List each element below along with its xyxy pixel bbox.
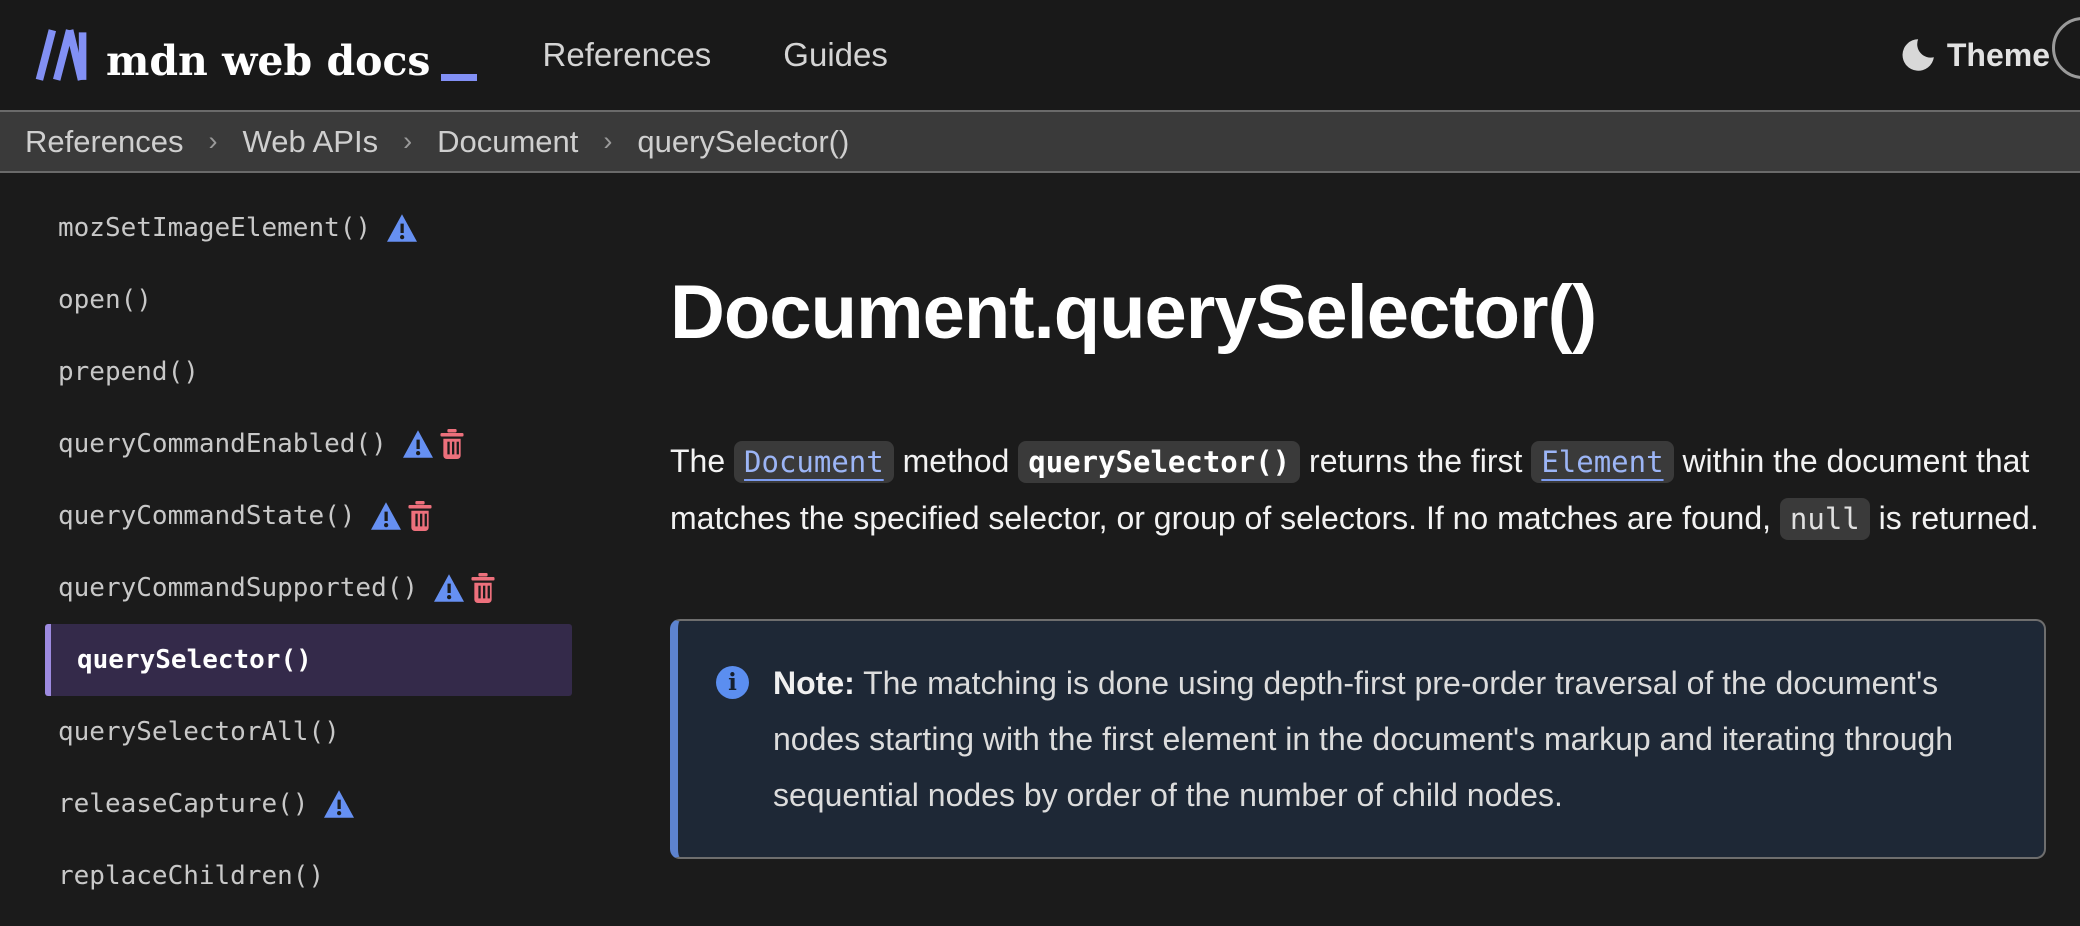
intro-paragraph: The Document method querySelector() retu… — [670, 433, 2080, 547]
null-code-chip: null — [1780, 498, 1870, 540]
note-text: Note: The matching is done using depth-f… — [773, 655, 1983, 823]
sidebar-item-queryselectorall[interactable]: querySelectorAll() — [0, 696, 620, 768]
sidebar-item-releasecapture[interactable]: releaseCapture() — [0, 768, 620, 840]
sidebar-item-label: releaseCapture() — [58, 789, 308, 819]
breadcrumb-separator: › — [209, 126, 218, 157]
sidebar-item-label: replaceChildren() — [58, 861, 324, 891]
sidebar-method-list: mozSetImageElement() open() prepend() qu… — [0, 173, 620, 912]
sidebar-item-querycommandenabled[interactable]: queryCommandEnabled() — [0, 408, 620, 480]
intro-text: The — [670, 443, 734, 479]
intro-text: is returned. — [1870, 500, 2039, 536]
sidebar-item-label: prepend() — [58, 357, 199, 387]
breadcrumb-document[interactable]: Document — [437, 124, 578, 160]
mdn-logo-underscore — [441, 74, 477, 81]
nav-references[interactable]: References — [543, 36, 712, 74]
sidebar-item-replacechildren[interactable]: replaceChildren() — [0, 840, 620, 912]
sidebar-item-label: mozSetImageElement() — [58, 213, 371, 243]
intro-text: method — [894, 443, 1019, 479]
breadcrumb-queryselector[interactable]: querySelector() — [637, 124, 849, 160]
warning-icon — [434, 574, 464, 602]
warning-icon — [371, 502, 401, 530]
element-link[interactable]: Element — [1531, 441, 1673, 483]
sidebar-item-label: querySelectorAll() — [58, 717, 340, 747]
sidebar-item-label: queryCommandSupported() — [58, 573, 418, 603]
mdn-logo[interactable]: mdn web docs — [30, 28, 477, 82]
breadcrumb-separator: › — [603, 126, 612, 157]
note-callout: i Note: The matching is done using depth… — [670, 619, 2046, 859]
breadcrumb: References › Web APIs › Document › query… — [0, 110, 2080, 173]
sidebar-item-label: open() — [58, 285, 152, 315]
intro-text: returns the first — [1300, 443, 1531, 479]
sidebar-item-label: querySelector() — [77, 645, 312, 675]
sidebar-item-label: queryCommandEnabled() — [58, 429, 387, 459]
mdn-logo-icon — [30, 28, 92, 82]
sidebar-item-mozsetimageelement[interactable]: mozSetImageElement() — [0, 192, 620, 264]
info-icon: i — [716, 666, 749, 699]
document-link[interactable]: Document — [734, 441, 894, 483]
note-label: Note: — [773, 665, 855, 701]
trash-icon — [407, 501, 433, 531]
mdn-logo-text: mdn web docs — [106, 41, 431, 82]
top-header: mdn web docs References Guides Theme — [0, 0, 2080, 110]
breadcrumb-references[interactable]: References — [25, 124, 184, 160]
article-content: Document.querySelector() The Document me… — [620, 173, 2080, 912]
edge-partial-circle-button[interactable] — [2052, 17, 2080, 79]
page-title: Document.querySelector() — [670, 273, 2080, 353]
breadcrumb-web-apis[interactable]: Web APIs — [243, 124, 379, 160]
breadcrumb-separator: › — [403, 126, 412, 157]
sidebar-item-queryselector-selected[interactable]: querySelector() — [45, 624, 572, 696]
warning-icon — [387, 214, 417, 242]
nav-guides[interactable]: Guides — [783, 36, 888, 74]
warning-icon — [324, 790, 354, 818]
header-right: Theme — [1899, 37, 2050, 74]
theme-button[interactable]: Theme — [1947, 37, 2050, 74]
sidebar-item-label: queryCommandState() — [58, 501, 355, 531]
trash-icon — [439, 429, 465, 459]
sidebar-item-prepend[interactable]: prepend() — [0, 336, 620, 408]
sidebar-item-open[interactable]: open() — [0, 264, 620, 336]
note-body: The matching is done using depth-first p… — [773, 665, 1953, 813]
moon-icon[interactable] — [1899, 37, 1935, 73]
sidebar-item-querycommandstate[interactable]: queryCommandState() — [0, 480, 620, 552]
warning-icon — [403, 430, 433, 458]
top-navigation: References Guides — [543, 36, 888, 74]
trash-icon — [470, 573, 496, 603]
queryselector-code-chip: querySelector() — [1018, 441, 1300, 483]
sidebar-item-querycommandsupported[interactable]: queryCommandSupported() — [0, 552, 620, 624]
